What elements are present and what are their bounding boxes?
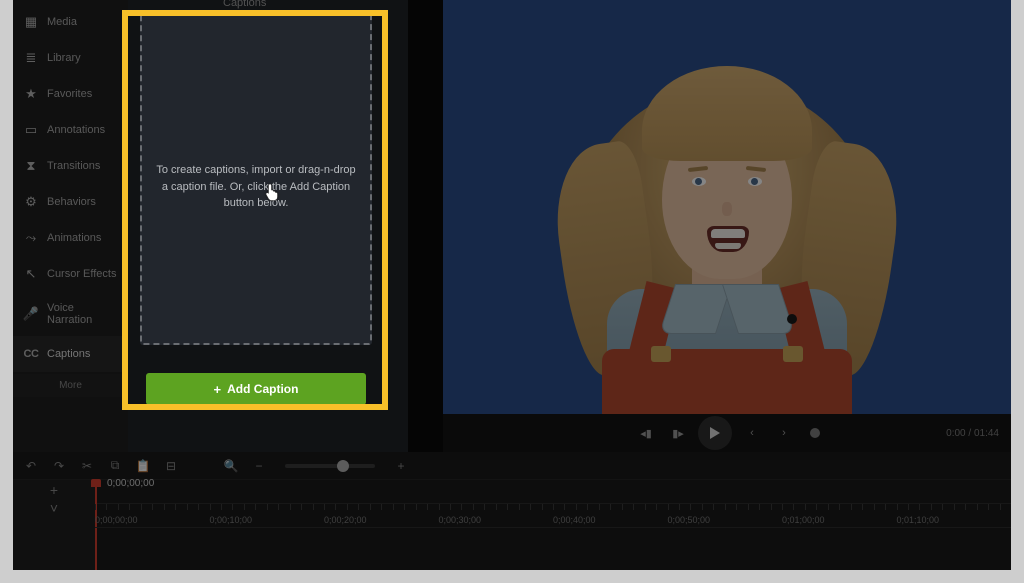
sidebar-item-cursor-effects[interactable]: ↖ Cursor Effects	[13, 256, 128, 292]
record-indicator[interactable]	[810, 428, 820, 438]
app-frame: ▦Media ≣Library ★Favorites ▭Annotations …	[13, 0, 1011, 570]
sidebar-label: Favorites	[47, 88, 92, 100]
panel-gap	[408, 0, 443, 452]
prev-frame-button[interactable]: ◂▮	[634, 421, 658, 445]
tick-group: 0;01;00;00	[782, 504, 897, 527]
zoom-in-button[interactable]: +	[393, 458, 409, 474]
library-icon: ≣	[23, 50, 39, 66]
zoom-thumb[interactable]	[337, 460, 349, 472]
sidebar: ▦Media ≣Library ★Favorites ▭Annotations …	[13, 0, 128, 452]
preview-column: ◂▮ ▮▸ ‹ › 0:00 / 01:44	[443, 0, 1011, 452]
timeline-ticks: 0;00;00;00 0;00;10;00 0;00;20;00 0;00;30;00…	[95, 504, 1011, 528]
timeline-tracks: + ˅ 0;00;00;00 0;00;00;000;00;10;000;00;…	[13, 480, 1011, 570]
collapse-tracks-button[interactable]: ˅	[50, 500, 58, 516]
caption-drop-text: To create captions, import or drag-n-dro…	[142, 162, 370, 212]
behaviors-icon: ⚙	[23, 194, 39, 210]
sidebar-item-behaviors[interactable]: ⚙ Behaviors	[13, 184, 128, 220]
timeline: ↶ ↷ ✂ ⧉ 📋 ⊟ 🔍 − + + ˅ 0;00;00;00 0;00;00…	[13, 452, 1011, 570]
tick-group: 0;00;50;00	[668, 504, 783, 527]
add-track-button[interactable]: +	[50, 482, 58, 498]
tick-group: 0;00;00;00	[95, 504, 210, 527]
animations-icon: ⤳	[23, 230, 39, 246]
sidebar-label: Cursor Effects	[47, 268, 117, 280]
prev-marker-button[interactable]: ‹	[740, 421, 764, 445]
sidebar-label: Library	[47, 52, 81, 64]
tick-label: 0;00;50;00	[668, 515, 711, 525]
timeline-canvas[interactable]: 0;00;00;00 0;00;00;00 0;00;10;00 0;00;20;0…	[95, 480, 1011, 570]
tick-label: 0;00;00;00	[95, 515, 138, 525]
tick-group: 0;00;10;00	[210, 504, 325, 527]
caption-drop-zone[interactable]: To create captions, import or drag-n-dro…	[140, 10, 372, 345]
zoom-out-button[interactable]: −	[251, 458, 267, 474]
captions-panel-highlight: To create captions, import or drag-n-dro…	[128, 0, 388, 412]
sidebar-item-media[interactable]: ▦ Media	[13, 4, 128, 40]
tick-label: 0;00;40;00	[553, 515, 596, 525]
tick-group: 0;00;20;00	[324, 504, 439, 527]
redo-button[interactable]: ↷	[51, 458, 67, 474]
tick-label: 0;01;00;00	[782, 515, 825, 525]
zoom-fit-button[interactable]: 🔍	[223, 458, 239, 474]
playhead-timecode: 0;00;00;00	[107, 478, 154, 489]
transitions-icon: ⧗	[23, 158, 39, 174]
tick-group: 0;00;30;00	[439, 504, 554, 527]
sidebar-item-captions[interactable]: CC Captions	[13, 336, 128, 372]
star-icon: ★	[23, 86, 39, 102]
undo-button[interactable]: ↶	[23, 458, 39, 474]
cut-button[interactable]: ✂	[79, 458, 95, 474]
sidebar-label: Animations	[47, 232, 101, 244]
sidebar-label: Media	[47, 16, 77, 28]
sidebar-item-animations[interactable]: ⤳ Animations	[13, 220, 128, 256]
play-button[interactable]	[698, 416, 732, 450]
sidebar-label: Annotations	[47, 124, 105, 136]
timeline-toolbar: ↶ ↷ ✂ ⧉ 📋 ⊟ 🔍 − +	[13, 452, 1011, 480]
sidebar-label: Voice Narration	[47, 302, 118, 326]
tick-label: 0;00;10;00	[210, 515, 253, 525]
tick-group: 0;00;40;00	[553, 504, 668, 527]
video-subject	[547, 4, 907, 414]
sidebar-more[interactable]: More	[13, 374, 128, 397]
playback-controls: ◂▮ ▮▸ ‹ › 0:00 / 01:44	[443, 414, 1011, 452]
sidebar-item-transitions[interactable]: ⧗ Transitions	[13, 148, 128, 184]
sidebar-item-favorites[interactable]: ★ Favorites	[13, 76, 128, 112]
copy-button[interactable]: ⧉	[107, 458, 123, 474]
split-button[interactable]: ⊟	[163, 458, 179, 474]
tick-label: 0;00;30;00	[439, 515, 482, 525]
sidebar-label: Transitions	[47, 160, 100, 172]
tick-label: 0;01;10;00	[897, 515, 940, 525]
zoom-slider[interactable]	[285, 464, 375, 468]
sidebar-label: Behaviors	[47, 196, 96, 208]
video-preview[interactable]	[443, 0, 1011, 414]
tick-group: 0;01;10;00	[897, 504, 1012, 527]
cc-icon: CC	[23, 346, 39, 362]
paste-button[interactable]: 📋	[135, 458, 151, 474]
timeline-track-headers: + ˅	[13, 480, 95, 570]
sidebar-item-voice-narration[interactable]: 🎤 Voice Narration	[13, 292, 128, 336]
annotations-icon: ▭	[23, 122, 39, 138]
media-icon: ▦	[23, 14, 39, 30]
cursor-effects-icon: ↖	[23, 266, 39, 282]
mic-icon: 🎤	[23, 306, 39, 322]
tick-label: 0;00;20;00	[324, 515, 367, 525]
add-caption-button[interactable]: + Add Caption	[146, 373, 366, 405]
add-caption-label: Add Caption	[227, 382, 298, 396]
plus-icon: +	[214, 382, 222, 397]
sidebar-item-annotations[interactable]: ▭ Annotations	[13, 112, 128, 148]
step-back-button[interactable]: ▮▸	[666, 421, 690, 445]
sidebar-item-library[interactable]: ≣ Library	[13, 40, 128, 76]
time-readout: 0:00 / 01:44	[946, 428, 999, 439]
timeline-ruler[interactable]: 0;00;00;00	[95, 480, 1011, 504]
sidebar-label: Captions	[47, 348, 90, 360]
next-marker-button[interactable]: ›	[772, 421, 796, 445]
